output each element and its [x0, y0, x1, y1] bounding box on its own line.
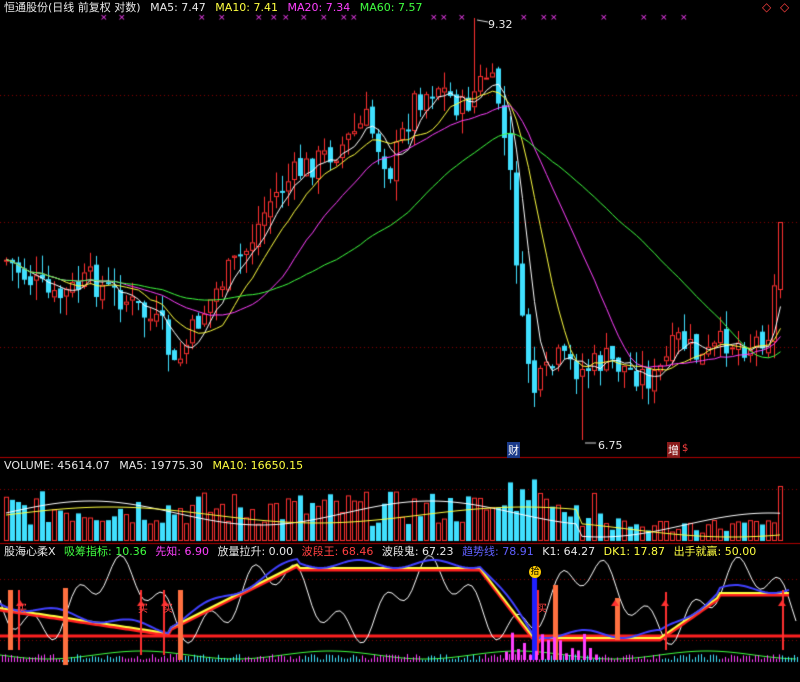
qushixian-value: 趋势线: 78.91	[462, 545, 534, 558]
diamond-icon-2[interactable]: ◇	[780, 0, 789, 14]
high-price-label: 9.32	[488, 18, 513, 31]
boduangui-value: 波段鬼: 67.23	[381, 545, 454, 558]
coin-icon: 拾	[529, 566, 541, 578]
low-price-label: 6.75	[598, 439, 623, 452]
fangliang-value: 放量拉升: 0.00	[217, 545, 294, 558]
chushou-value: 出手就赢: 50.00	[673, 545, 757, 558]
ma20-value: MA20: 7.34	[287, 1, 351, 14]
stock-title: 恒通股份(日线 前复权 对数)	[4, 1, 141, 14]
bottom-strip	[0, 676, 800, 682]
buy-label-1: 买	[17, 604, 27, 615]
boduanwang-value: 波段王: 68.46	[301, 545, 374, 558]
vol-ma5-value: MA5: 19775.30	[119, 459, 203, 472]
ma10-value: MA10: 7.41	[215, 1, 279, 14]
volume-value: VOLUME: 45614.07	[4, 459, 110, 472]
tag-dollar[interactable]: $	[682, 443, 688, 454]
buy-label-4: 买	[537, 604, 547, 615]
indicator-title: 股海心柔X	[4, 545, 56, 558]
k1-value: K1: 64.27	[542, 545, 596, 558]
ma5-value: MA5: 7.47	[150, 1, 206, 14]
dk1-value: DK1: 17.87	[603, 545, 666, 558]
tag-cai[interactable]: 财	[507, 442, 520, 458]
indicator-header: 股海心柔X 吸筹指标: 10.36 先知: 6.90 放量拉升: 0.00 波段…	[4, 545, 756, 558]
tag-zeng[interactable]: 增	[667, 442, 680, 458]
xianzhi-value: 先知: 6.90	[155, 545, 209, 558]
buy-label-3: 买	[163, 604, 173, 615]
main-header: 恒通股份(日线 前复权 对数) MA5: 7.47 MA10: 7.41 MA2…	[4, 1, 428, 14]
buy-label-2: 买	[138, 604, 148, 615]
vol-ma10-value: MA10: 16650.15	[212, 459, 304, 472]
ma60-value: MA60: 7.57	[359, 1, 423, 14]
diamond-icon[interactable]: ◇	[762, 0, 771, 14]
kline-chart-canvas[interactable]	[0, 0, 800, 682]
xichou-value: 吸筹指标: 10.36	[64, 545, 147, 558]
volume-header: VOLUME: 45614.07 MA5: 19775.30 MA10: 166…	[4, 459, 309, 472]
